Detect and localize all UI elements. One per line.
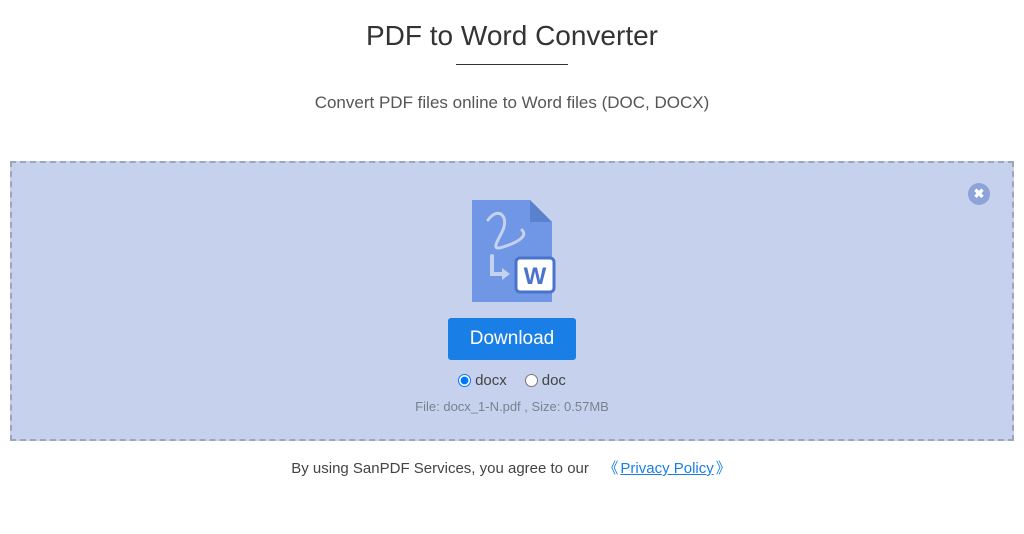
privacy-policy-link[interactable]: Privacy Policy: [620, 460, 713, 477]
pdf-to-word-icon: W: [466, 196, 558, 306]
format-radio-group: docx doc: [458, 372, 566, 389]
title-underline: [456, 64, 568, 65]
file-info-text: File: docx_1-N.pdf , Size: 0.57MB: [415, 399, 609, 414]
radio-docx-label: docx: [475, 372, 507, 389]
radio-doc-input[interactable]: [525, 374, 538, 387]
page-header: PDF to Word Converter Convert PDF files …: [0, 0, 1024, 113]
footer-agree-text: By using SanPDF Services, you agree to o…: [291, 460, 589, 477]
radio-doc[interactable]: doc: [525, 372, 566, 389]
svg-text:W: W: [524, 263, 547, 290]
page-title: PDF to Word Converter: [0, 20, 1024, 52]
page-subtitle: Convert PDF files online to Word files (…: [0, 93, 1024, 113]
radio-doc-label: doc: [542, 372, 566, 389]
close-icon: ✖: [974, 186, 985, 202]
close-button[interactable]: ✖: [968, 183, 990, 205]
footer: By using SanPDF Services, you agree to o…: [0, 457, 1024, 478]
download-button[interactable]: Download: [448, 318, 577, 360]
radio-docx-input[interactable]: [458, 374, 471, 387]
bracket-open: 《: [603, 460, 618, 477]
radio-docx[interactable]: docx: [458, 372, 507, 389]
conversion-panel: ✖ W Download docx doc File: docx_1-N.pdf…: [10, 161, 1014, 441]
bracket-close: 》: [716, 460, 731, 477]
